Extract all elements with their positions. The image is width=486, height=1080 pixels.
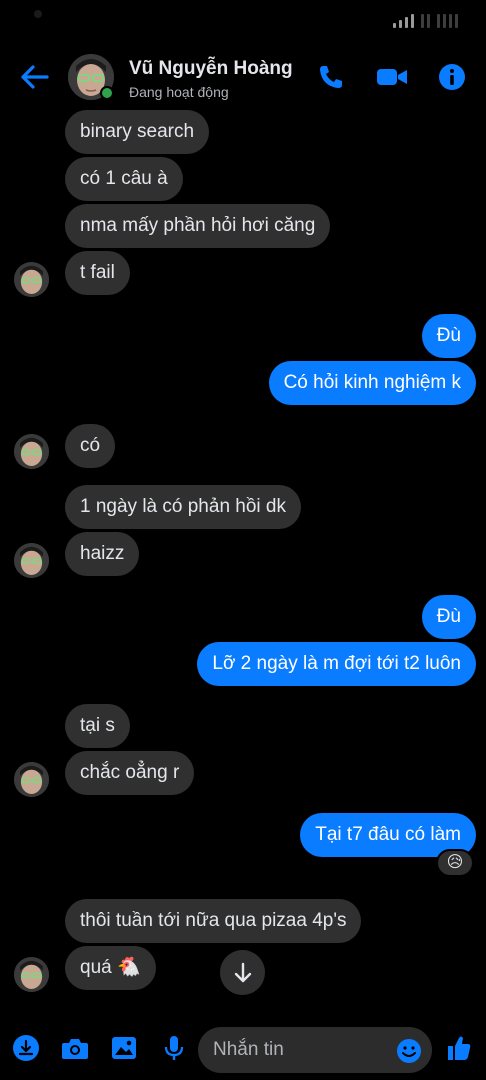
message-incoming[interactable]: haizz: [65, 532, 140, 576]
sender-avatar[interactable]: [14, 262, 49, 297]
video-camera-icon[interactable]: [376, 62, 408, 92]
message-incoming[interactable]: có 1 câu à: [65, 157, 183, 201]
message-incoming[interactable]: có: [65, 424, 116, 468]
signal-icon: [393, 12, 458, 28]
message-input[interactable]: Nhắn tin: [198, 1027, 432, 1073]
message-incoming[interactable]: 1 ngày là có phản hồi dk: [65, 485, 301, 529]
info-icon[interactable]: [437, 62, 467, 92]
message-outgoing[interactable]: Lỡ 2 ngày là m đợi tới t2 luôn: [197, 642, 476, 686]
message-incoming[interactable]: chắc oẳng r: [65, 751, 195, 795]
image-icon[interactable]: [110, 1034, 138, 1062]
status-bar: [0, 0, 486, 44]
message-incoming[interactable]: binary search: [65, 110, 210, 154]
message-incoming[interactable]: tại s: [65, 704, 130, 748]
menu-icon[interactable]: [12, 1034, 40, 1062]
camera-icon[interactable]: [60, 1034, 90, 1062]
online-indicator: [100, 86, 114, 100]
scroll-to-bottom-button[interactable]: [220, 950, 265, 995]
contact-name[interactable]: Vũ Nguyễn Hoàng: [129, 58, 293, 80]
microphone-icon[interactable]: [160, 1034, 188, 1062]
message-input-placeholder: Nhắn tin: [213, 1039, 284, 1060]
sender-avatar[interactable]: [14, 957, 49, 992]
sender-avatar[interactable]: [14, 434, 49, 469]
notification-dot-icon: [34, 10, 42, 18]
message-outgoing[interactable]: Có hỏi kinh nghiệm k: [268, 361, 476, 405]
message-composer: Nhắn tin: [0, 1020, 486, 1080]
message-reaction[interactable]: 😥: [436, 849, 474, 877]
message-incoming[interactable]: t fail: [65, 251, 130, 295]
contact-status: Đang hoạt động: [129, 84, 229, 100]
message-incoming[interactable]: nma mấy phần hỏi hơi căng: [65, 204, 331, 248]
message-incoming[interactable]: quá 🐔: [65, 946, 156, 990]
like-icon[interactable]: [446, 1034, 472, 1062]
message-outgoing[interactable]: Đù: [421, 314, 476, 358]
phone-icon[interactable]: [316, 62, 346, 92]
message-outgoing[interactable]: Đù: [421, 595, 476, 639]
sender-avatar[interactable]: [14, 762, 49, 797]
message-incoming[interactable]: thôi tuần tới nữa qua pizaa 4p's: [65, 899, 362, 943]
sender-avatar[interactable]: [14, 543, 49, 578]
sad-face-reaction: 😥: [446, 854, 464, 871]
emoji-icon[interactable]: [396, 1038, 422, 1064]
arrow-down-icon: [234, 962, 251, 982]
back-arrow-icon[interactable]: [18, 62, 52, 92]
conversation-header: Vũ Nguyễn Hoàng Đang hoạt động: [0, 44, 486, 110]
